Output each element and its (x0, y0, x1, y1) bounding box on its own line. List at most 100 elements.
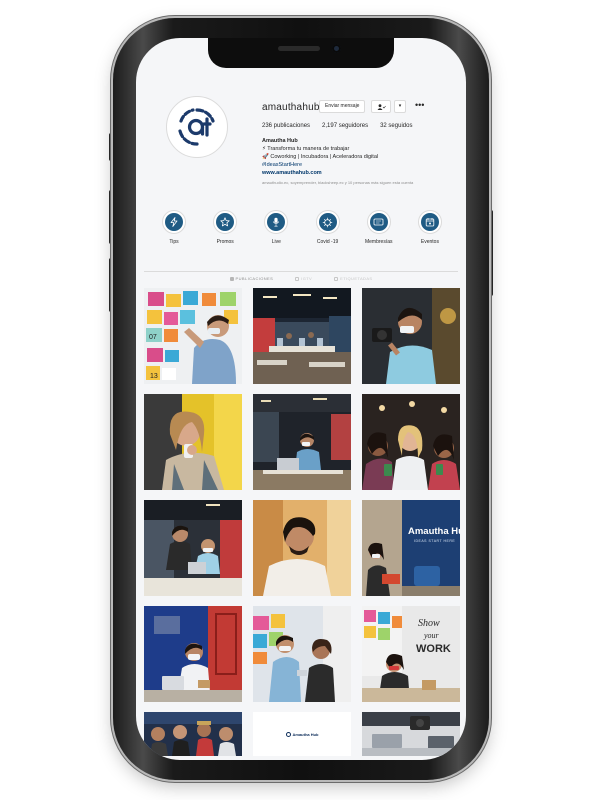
photo-group-selfie (144, 712, 242, 756)
tab-label: IGTV (301, 276, 313, 281)
user-check-icon (377, 103, 386, 110)
footer-brand-text: Amautha Hub (292, 731, 319, 737)
photo-three-women (362, 394, 460, 490)
bolt-icon (170, 217, 178, 227)
highlight-cover (216, 213, 235, 231)
grid-icon (229, 276, 234, 281)
post-thumbnail[interactable] (253, 500, 351, 596)
footer-brand: Amautha Hub (285, 731, 319, 737)
tagged-icon (334, 276, 339, 281)
photo-amautha-sign: Amautha Hub IDEAS START HERE (362, 500, 460, 596)
photo-man-at-laptop (253, 394, 351, 490)
highlight-label: Membresías (364, 239, 393, 245)
tabs-divider (144, 271, 458, 272)
post-thumbnail[interactable] (253, 606, 351, 702)
highlight-promos[interactable]: Promos (201, 210, 249, 245)
calendar-icon (425, 218, 435, 227)
post-thumbnail[interactable] (253, 288, 351, 384)
highlight-ring (213, 210, 238, 234)
sign-subtext: IDEAS START HERE (414, 539, 455, 543)
following-button[interactable] (371, 100, 391, 113)
wall-lettering: WORK (416, 643, 451, 655)
highlight-ring (315, 210, 340, 234)
profile-username: amauthahub (262, 102, 320, 113)
tab-label: PUBLICACIONES (235, 276, 274, 281)
post-thumbnail[interactable] (362, 394, 460, 490)
speaker-grille (278, 46, 320, 51)
post-thumbnail[interactable]: Show your WORK (362, 606, 460, 702)
highlight-label: Covid -19 (316, 239, 339, 245)
profile-website-link[interactable]: www.amauthahub.com (262, 169, 462, 177)
suggested-accounts-dropdown[interactable]: ▾ (394, 100, 406, 113)
bio-hashtag[interactable]: #IdeasStartHere (262, 161, 462, 169)
highlight-tips[interactable]: Tips (150, 210, 198, 245)
front-camera (332, 44, 341, 53)
following-count[interactable]: 32 seguidos (380, 123, 412, 129)
photo-two-men-chatting (253, 606, 351, 702)
amautha-logo-icon (285, 731, 291, 737)
tab-publicaciones[interactable]: PUBLICACIONES (229, 276, 274, 281)
virus-icon (322, 217, 333, 227)
highlight-covid[interactable]: Covid -19 (304, 210, 352, 245)
post-thumbnail[interactable] (144, 606, 242, 702)
post-thumbnail[interactable]: 13 07 (144, 288, 242, 384)
post-thumbnail[interactable] (253, 394, 351, 490)
photo-sticky-notes-wall: 13 07 (144, 288, 242, 384)
highlight-ring (366, 210, 391, 234)
profile-tabs: PUBLICACIONES IGTV ETIQUETADAS (136, 276, 466, 281)
profile-bio: Amautha Hub ⚡ Transforma tu manera de tr… (262, 137, 462, 187)
post-thumbnail[interactable] (362, 712, 460, 756)
photo-team-meeting (144, 500, 242, 596)
highlight-live[interactable]: Live (252, 210, 300, 245)
tab-label: ETIQUETADAS (340, 276, 373, 281)
highlight-membresias[interactable]: Membresías (355, 210, 403, 245)
post-thumbnail[interactable]: Amautha Hub IDEAS START HERE (362, 500, 460, 596)
post-thumbnail[interactable] (144, 712, 242, 756)
sticky-note-number: 13 (150, 373, 158, 380)
highlight-cover (369, 213, 388, 231)
photo-show-your-work: Show your WORK (362, 606, 460, 702)
wall-lettering: Show (418, 618, 440, 629)
posts-grid: 13 07 Amautha H IDEAS START HERE Show yo… (144, 288, 460, 756)
bio-line-1: ⚡ Transforma tu manera de trabajar (262, 146, 350, 152)
post-thumbnail[interactable] (144, 500, 242, 596)
photo-woman-smiling (144, 394, 242, 490)
send-message-button[interactable]: Enviar mensaje (319, 100, 366, 113)
highlight-cover (420, 213, 439, 231)
star-icon (220, 217, 230, 227)
posts-count: 236 publicaciones (262, 123, 311, 129)
profile-display-name: Amautha Hub (262, 138, 298, 144)
photo-man-talking (253, 500, 351, 596)
photo-coworking-room (253, 288, 351, 384)
photo-photographer (362, 288, 460, 384)
highlight-ring (417, 210, 442, 234)
wall-lettering: your (423, 631, 440, 640)
highlight-label: Live (271, 239, 281, 245)
highlight-cover (267, 213, 286, 231)
tab-igtv[interactable]: IGTV (295, 276, 312, 281)
profile-avatar[interactable] (166, 96, 228, 158)
followers-count[interactable]: 2,197 seguidores (322, 123, 368, 129)
notch (208, 38, 394, 68)
more-options-icon[interactable]: ••• (415, 100, 424, 110)
microphone-icon (273, 217, 280, 227)
highlight-label: Promos (216, 239, 234, 245)
highlight-cover (318, 213, 337, 231)
igtv-icon (295, 276, 300, 281)
post-thumbnail-brand[interactable]: Amautha Hub (253, 712, 351, 756)
bio-line-2: 🚀 Coworking | Incubadora | Aceleradora d… (262, 154, 379, 160)
sign-brand-text: Amautha Hub (408, 526, 460, 537)
highlight-label: Eventos (420, 239, 439, 245)
tab-etiquetadas[interactable]: ETIQUETADAS (334, 276, 372, 281)
highlight-eventos[interactable]: Eventos (406, 210, 454, 245)
highlight-ring (264, 210, 289, 234)
highlight-cover (165, 213, 183, 231)
highlight-label: Tips (169, 239, 179, 245)
post-thumbnail[interactable] (362, 288, 460, 384)
followed-by-text[interactable]: amauthudio.ec, soyemprender, blacksheep.… (262, 179, 462, 187)
photo-desk-setup (362, 712, 460, 756)
photo-man-with-laptop (144, 606, 242, 702)
ticket-icon (373, 218, 384, 226)
highlight-ring (162, 210, 186, 234)
post-thumbnail[interactable] (144, 394, 242, 490)
